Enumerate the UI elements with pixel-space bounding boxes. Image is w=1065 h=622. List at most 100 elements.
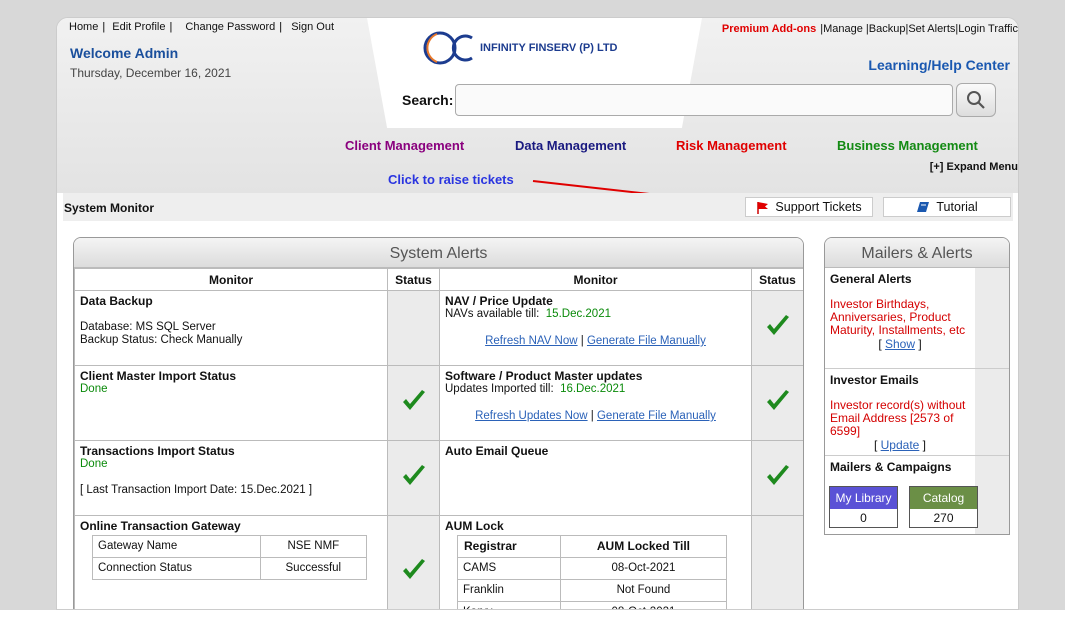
refresh-nav-link[interactable]: Refresh NAV Now: [485, 335, 577, 347]
catalog-label: Catalog: [910, 487, 977, 509]
support-tickets-button[interactable]: Support Tickets: [745, 197, 873, 217]
client-master-status: [387, 365, 440, 441]
login-traffic-link[interactable]: Login Traffic: [958, 23, 1018, 35]
gateway-name-value: NSE NMF: [259, 535, 368, 558]
refresh-updates-link[interactable]: Refresh Updates Now: [475, 410, 588, 422]
updates-imported-label: Updates Imported till:: [445, 383, 554, 395]
investor-emails-text: Investor record(s) without Email Address…: [830, 398, 966, 438]
auto-email-cell: Auto Email Queue: [439, 440, 752, 516]
nav-business-management[interactable]: Business Management: [837, 138, 978, 153]
nav-client-management[interactable]: Client Management: [345, 138, 464, 153]
nav-data-management[interactable]: Data Management: [515, 138, 626, 153]
current-date: Thursday, December 16, 2021: [70, 66, 232, 80]
aum-lock-cell: AUM Lock Registrar AUM Locked Till CAMS …: [439, 515, 752, 609]
updates-imported-date: 16.Dec.2021: [560, 383, 626, 395]
welcome-text: Welcome Admin: [70, 45, 179, 61]
search-button[interactable]: [956, 83, 996, 117]
search-input[interactable]: [455, 84, 953, 116]
col-status: Status: [387, 268, 440, 291]
app-frame: Home | Edit Profile | Change Password | Sig…: [56, 17, 1019, 610]
nav-risk-management[interactable]: Risk Management: [676, 138, 787, 153]
connection-status-label: Connection Status: [92, 557, 261, 580]
system-alerts-table: Monitor Status Monitor Status Data Backu…: [74, 268, 803, 609]
system-monitor-title: System Monitor: [64, 201, 155, 215]
transactions-status-text: Done: [80, 458, 108, 470]
col-status: Status: [751, 268, 803, 291]
show-link[interactable]: Show: [885, 337, 915, 351]
catalog-tile[interactable]: Catalog 270: [909, 486, 978, 528]
manage-link[interactable]: Manage: [823, 23, 863, 35]
logo-icon: [420, 28, 478, 68]
client-master-title: Client Master Import Status: [80, 369, 237, 383]
registrar-name: Karvy: [457, 601, 561, 609]
checkmark-icon: [766, 315, 789, 335]
registrar-name: CAMS: [457, 557, 561, 580]
gateway-title: Online Transaction Gateway: [80, 519, 241, 533]
footer-strip: [0, 610, 1065, 622]
mailers-alerts-panel: Mailers & Alerts General Alerts Investor…: [824, 237, 1010, 535]
help-center-link[interactable]: Learning/Help Center: [868, 57, 1010, 73]
general-alerts-text: Investor Birthdays, Anniversaries, Produ…: [830, 297, 966, 337]
raise-tickets-hint: Click to raise tickets: [388, 172, 514, 187]
backup-link[interactable]: Backup: [869, 23, 906, 35]
search-icon: [967, 91, 985, 109]
premium-addons-link[interactable]: Premium Add-ons: [722, 23, 816, 35]
aum-lock-status: [751, 515, 803, 609]
generate-file-link[interactable]: Generate File Manually: [587, 335, 706, 347]
checkmark-icon: [402, 390, 425, 410]
col-monitor: Monitor: [439, 268, 752, 291]
my-library-count: 0: [830, 509, 897, 527]
nav-update-status: [751, 290, 803, 366]
home-link[interactable]: Home: [69, 21, 98, 33]
support-tickets-label: Support Tickets: [775, 200, 862, 214]
gateway-table: Gateway Name NSE NMF Connection Status S…: [92, 535, 368, 580]
software-update-status: [751, 365, 803, 441]
aum-locked-date: 08-Oct-2021: [559, 601, 728, 609]
col-monitor: Monitor: [74, 268, 388, 291]
auto-email-title: Auto Email Queue: [445, 444, 549, 458]
set-alerts-link[interactable]: Set Alerts: [908, 23, 955, 35]
aum-lock-title: AUM Lock: [445, 519, 504, 533]
update-link[interactable]: Update: [881, 438, 920, 452]
aum-lock-table: Registrar AUM Locked Till CAMS 08-Oct-20…: [457, 535, 728, 609]
right-links: Premium Add-ons |Manage |Backup|Set Alert…: [721, 23, 1018, 35]
client-master-cell: Client Master Import Status Done: [74, 365, 388, 441]
database-info: Database: MS SQL Server: [80, 321, 216, 333]
generate-file-link[interactable]: Generate File Manually: [597, 410, 716, 422]
brand-name: INFINITY FINSERV (P) LTD: [480, 42, 618, 54]
nav-available-date: 15.Dec.2021: [545, 308, 611, 320]
investor-emails-section: Investor Emails Investor record(s) witho…: [825, 369, 1009, 456]
gateway-status: [387, 515, 440, 609]
client-master-status-text: Done: [80, 383, 108, 395]
system-alerts-panel: System Alerts Monitor Status Monitor Sta…: [73, 237, 804, 609]
general-alerts-section: General Alerts Investor Birthdays, Anniv…: [825, 268, 1009, 369]
connection-status-value: Successful: [259, 557, 368, 580]
data-backup-status: [387, 290, 440, 366]
system-monitor-bar: System Monitor Support Tickets Tutorial: [63, 193, 1013, 221]
last-transaction-date: [ Last Transaction Import Date: 15.Dec.2…: [80, 484, 313, 496]
aum-locked-header: AUM Locked Till: [559, 535, 728, 558]
tutorial-label: Tutorial: [936, 200, 978, 214]
change-password-link[interactable]: Change Password: [185, 21, 275, 33]
tutorial-button[interactable]: Tutorial: [883, 197, 1011, 217]
auto-email-status: [751, 440, 803, 516]
search-label: Search:: [402, 92, 454, 108]
transactions-status: [387, 440, 440, 516]
sign-out-link[interactable]: Sign Out: [291, 21, 334, 33]
aum-locked-date: Not Found: [559, 579, 728, 602]
my-library-tile[interactable]: My Library 0: [829, 486, 898, 528]
table-row: Franklin Not Found: [457, 579, 728, 602]
software-update-title: Software / Product Master updates: [445, 369, 643, 383]
system-alerts-title: System Alerts: [74, 238, 803, 268]
checkmark-icon: [402, 559, 425, 579]
expand-menu-link[interactable]: [+] Expand Menu: [930, 161, 1018, 173]
registrar-header: Registrar: [457, 535, 561, 558]
gateway-cell: Online Transaction Gateway Gateway Name …: [74, 515, 388, 609]
nav-update-title: NAV / Price Update: [445, 294, 553, 308]
data-backup-title: Data Backup: [80, 294, 153, 308]
table-row: Karvy 08-Oct-2021: [457, 601, 728, 609]
book-icon: [917, 202, 930, 212]
registrar-name: Franklin: [457, 579, 561, 602]
transactions-cell: Transactions Import Status Done [ Last T…: [74, 440, 388, 516]
edit-profile-link[interactable]: Edit Profile: [112, 21, 165, 33]
